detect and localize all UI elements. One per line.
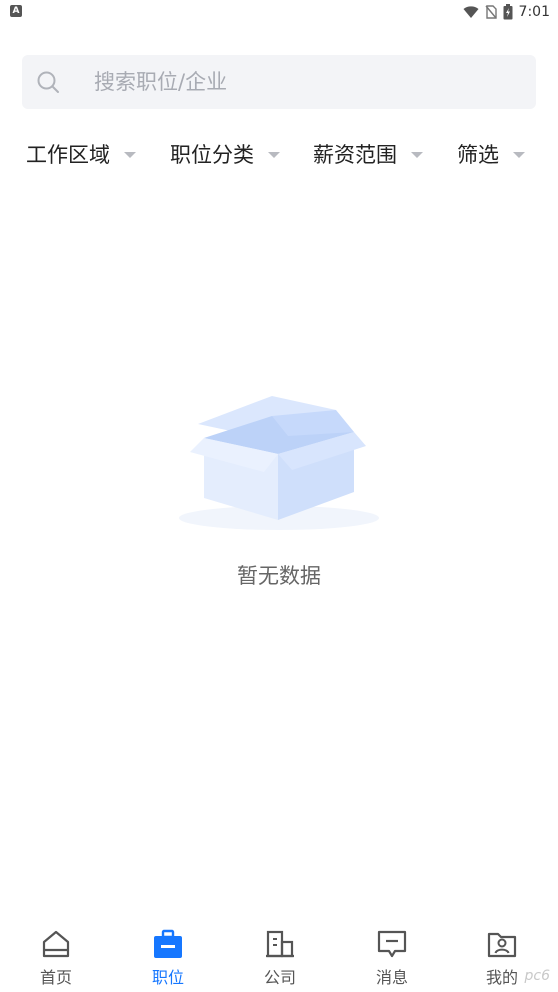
home-icon bbox=[42, 930, 70, 958]
message-icon bbox=[377, 930, 407, 958]
empty-state-text: 暂无数据 bbox=[237, 564, 321, 588]
nav-item-messages[interactable]: 消息 bbox=[336, 916, 448, 992]
search-placeholder: 搜索职位/企业 bbox=[94, 70, 228, 94]
nav-label: 消息 bbox=[375, 968, 408, 987]
wifi-icon bbox=[463, 6, 479, 18]
nav-label: 职位 bbox=[151, 968, 184, 987]
nav-item-company[interactable]: 公司 bbox=[224, 916, 336, 992]
filter-salary-range[interactable]: 薪资范围 bbox=[313, 130, 423, 178]
empty-box-icon bbox=[179, 396, 379, 530]
status-indicators: 7:01 bbox=[463, 2, 550, 22]
filter-label: 职位分类 bbox=[170, 143, 254, 167]
search-input[interactable]: 搜索职位/企业 bbox=[22, 55, 536, 109]
nav-label: 首页 bbox=[39, 968, 72, 987]
battery-icon bbox=[503, 4, 513, 20]
caret-down-icon bbox=[411, 152, 423, 158]
notification-app-icon: A bbox=[10, 5, 22, 17]
watermark: pc6 bbox=[524, 968, 551, 984]
nav-label: 公司 bbox=[263, 968, 296, 987]
filter-bar: 工作区域 职位分类 薪资范围 筛选 bbox=[0, 130, 558, 178]
status-bar: A 7:01 bbox=[0, 0, 558, 24]
caret-down-icon bbox=[513, 152, 525, 158]
nav-item-home[interactable]: 首页 bbox=[0, 916, 112, 992]
briefcase-icon bbox=[154, 929, 182, 958]
nav-item-jobs[interactable]: 职位 bbox=[112, 916, 224, 992]
caret-down-icon bbox=[124, 152, 136, 158]
search-icon bbox=[37, 71, 59, 93]
building-icon bbox=[266, 930, 294, 958]
filter-label: 筛选 bbox=[457, 143, 499, 167]
filter-label: 工作区域 bbox=[26, 143, 110, 167]
caret-down-icon bbox=[268, 152, 280, 158]
filter-more[interactable]: 筛选 bbox=[457, 130, 525, 178]
filter-work-area[interactable]: 工作区域 bbox=[26, 130, 136, 178]
filter-job-category[interactable]: 职位分类 bbox=[170, 130, 280, 178]
filter-label: 薪资范围 bbox=[313, 143, 397, 167]
bottom-nav: 首页 职位 公司 消息 我的 bbox=[0, 916, 558, 992]
profile-icon bbox=[487, 932, 517, 958]
no-sim-icon bbox=[485, 5, 497, 19]
clock: 7:01 bbox=[518, 4, 550, 20]
